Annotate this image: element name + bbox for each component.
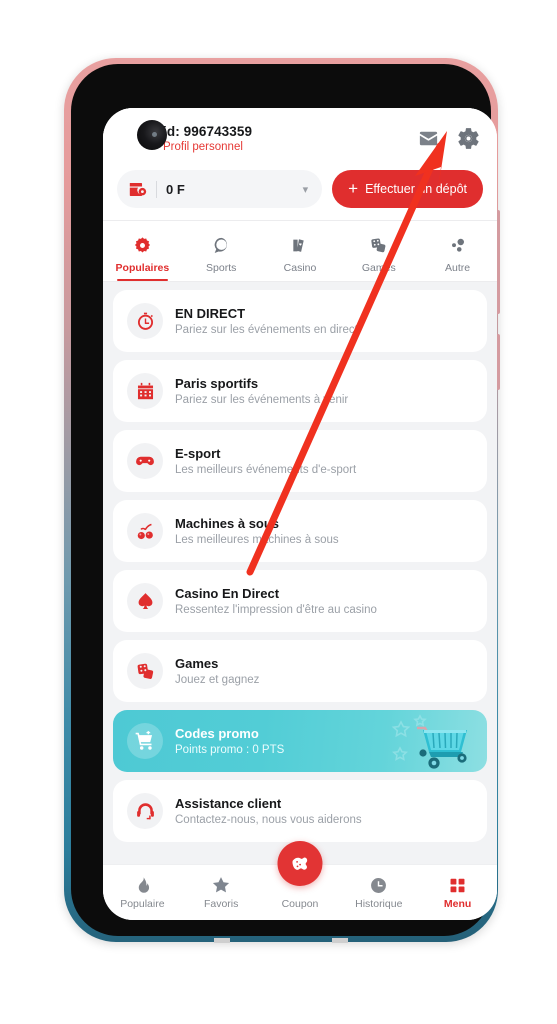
soccer-ball-icon xyxy=(212,233,231,257)
betting-app: id: 996743359 Profil personnel 0 F ▾ + E… xyxy=(103,108,497,920)
tab-casino[interactable]: Casino xyxy=(261,227,340,281)
wallet-row: 0 F ▾ + Effectuer un dépôt xyxy=(117,170,483,208)
list-item-text: Machines à sous Les meilleures machines … xyxy=(175,516,473,546)
menu-list: EN DIRECT Pariez sur les événements en d… xyxy=(103,282,497,842)
list-item-subtitle: Pariez sur les événements en direct xyxy=(175,324,358,336)
envelope-icon[interactable] xyxy=(417,127,440,150)
profile-link[interactable]: Profil personnel xyxy=(163,141,417,153)
ticket-icon xyxy=(292,857,308,870)
header-icons xyxy=(417,126,483,151)
playing-cards-icon xyxy=(290,233,309,257)
front-camera-punch-hole xyxy=(137,120,167,150)
tab-label: Games xyxy=(361,262,396,274)
dice-icon xyxy=(369,233,388,257)
list-item-paris-sportifs[interactable]: Paris sportifs Pariez sur les événements… xyxy=(113,360,487,422)
list-item-title: Paris sportifs xyxy=(175,376,259,391)
list-item-subtitle: Les meilleures machines à sous xyxy=(175,534,339,546)
cherries-icon xyxy=(127,513,163,549)
account-id: id: 996743359 xyxy=(163,123,253,139)
account-info: id: 996743359 Profil personnel xyxy=(157,124,417,153)
tab-sports[interactable]: Sports xyxy=(182,227,261,281)
nav-item-favoris[interactable]: Favoris xyxy=(182,875,261,910)
tab-games[interactable]: Games xyxy=(339,227,418,281)
list-item-title: Assistance client xyxy=(175,796,282,811)
phone-bezel: id: 996743359 Profil personnel 0 F ▾ + E… xyxy=(71,64,497,936)
coupon-fab-button[interactable] xyxy=(277,841,323,886)
grid-icon xyxy=(450,878,465,892)
tab-populaires[interactable]: Populaires xyxy=(103,227,182,281)
list-item-title: Machines à sous xyxy=(175,516,280,531)
chevron-down-icon[interactable]: ▾ xyxy=(303,183,313,196)
clock-icon xyxy=(371,877,387,893)
list-item-games[interactable]: Games Jouez et gagnez xyxy=(113,640,487,702)
list-item-title: Casino En Direct xyxy=(175,586,280,601)
tab-label: Sports xyxy=(206,262,237,274)
nav-item-label: Populaire xyxy=(120,897,165,910)
list-item-text: Paris sportifs Pariez sur les événements… xyxy=(175,376,473,406)
tab-label: Populaires xyxy=(115,262,170,274)
plus-icon: + xyxy=(348,179,359,198)
tab-autre[interactable]: Autre xyxy=(418,227,497,281)
phone-screen: id: 996743359 Profil personnel 0 F ▾ + E… xyxy=(103,108,497,920)
wallet-balance: 0 F xyxy=(166,181,185,197)
nav-item-menu[interactable]: Menu xyxy=(418,876,497,910)
shopping-cart-icon xyxy=(127,723,163,759)
spade-icon xyxy=(127,583,163,619)
tab-label: Casino xyxy=(283,262,317,274)
shopping-cart-illustration xyxy=(391,714,467,769)
nav-item-label: Coupon xyxy=(281,897,319,910)
screenshot-stage: id: 996743359 Profil personnel 0 F ▾ + E… xyxy=(0,0,557,1024)
list-item-casino-en-direct[interactable]: Casino En Direct Ressentez l'impression … xyxy=(113,570,487,632)
list-item-assistance-client[interactable]: Assistance client Contactez-nous, nous v… xyxy=(113,780,487,842)
list-item-subtitle: Pariez sur les événements à venir xyxy=(175,394,349,406)
wallet-selector[interactable]: 0 F ▾ xyxy=(117,170,323,208)
list-item-title: Games xyxy=(175,656,219,671)
dice-icon xyxy=(127,653,163,689)
list-item-subtitle: Ressentez l'impression d'être au casino xyxy=(175,604,377,616)
deposit-button-label: Effectuer un dépôt xyxy=(365,182,467,196)
frame-antenna-line-left xyxy=(214,938,230,943)
nav-item-label: Favoris xyxy=(203,898,239,910)
star-icon xyxy=(213,877,230,893)
phone-frame: id: 996743359 Profil personnel 0 F ▾ + E… xyxy=(64,58,500,943)
gear-flower-icon xyxy=(133,233,152,257)
nav-item-label: Historique xyxy=(355,897,403,910)
list-item-e-sport[interactable]: E-sport Les meilleurs événements d'e-spo… xyxy=(113,430,487,492)
list-item-title: E-sport xyxy=(175,446,221,461)
list-item-subtitle: Les meilleurs événements d'e-sport xyxy=(175,464,357,476)
nav-item-populaire[interactable]: Populaire xyxy=(103,876,182,910)
list-item-text: Games Jouez et gagnez xyxy=(175,656,473,686)
list-item-subtitle: Jouez et gagnez xyxy=(175,674,260,686)
deposit-button[interactable]: + Effectuer un dépôt xyxy=(332,170,483,208)
gamepad-icon xyxy=(127,443,163,479)
list-item-codes-promo[interactable]: Codes promo Points promo : 0 PTS xyxy=(113,710,487,772)
list-item-en-direct[interactable]: EN DIRECT Pariez sur les événements en d… xyxy=(113,290,487,352)
list-item-text: Assistance client Contactez-nous, nous v… xyxy=(175,796,473,826)
dots-cluster-icon xyxy=(448,233,467,257)
tab-label: Autre xyxy=(445,262,471,274)
list-item-machines-a-sous[interactable]: Machines à sous Les meilleures machines … xyxy=(113,500,487,562)
nav-item-historique[interactable]: Historique xyxy=(339,876,418,910)
nav-item-label: Menu xyxy=(443,897,472,910)
gear-icon[interactable] xyxy=(456,126,481,151)
flame-icon xyxy=(138,876,149,893)
wallet-icon xyxy=(127,178,149,200)
list-item-text: EN DIRECT Pariez sur les événements en d… xyxy=(175,306,473,336)
list-item-title: EN DIRECT xyxy=(175,306,246,321)
list-item-text: E-sport Les meilleurs événements d'e-spo… xyxy=(175,446,473,476)
calendar-icon xyxy=(127,373,163,409)
list-item-subtitle: Contactez-nous, nous vous aiderons xyxy=(175,814,362,826)
list-item-text: Casino En Direct Ressentez l'impression … xyxy=(175,586,473,616)
headset-icon xyxy=(127,793,163,829)
stopwatch-icon xyxy=(127,303,163,339)
wallet-divider xyxy=(156,180,157,198)
category-tabs: Populaires Sports Casino Games Autre xyxy=(103,221,497,282)
frame-antenna-line-right xyxy=(332,938,348,943)
account-row: id: 996743359 Profil personnel xyxy=(117,118,483,158)
